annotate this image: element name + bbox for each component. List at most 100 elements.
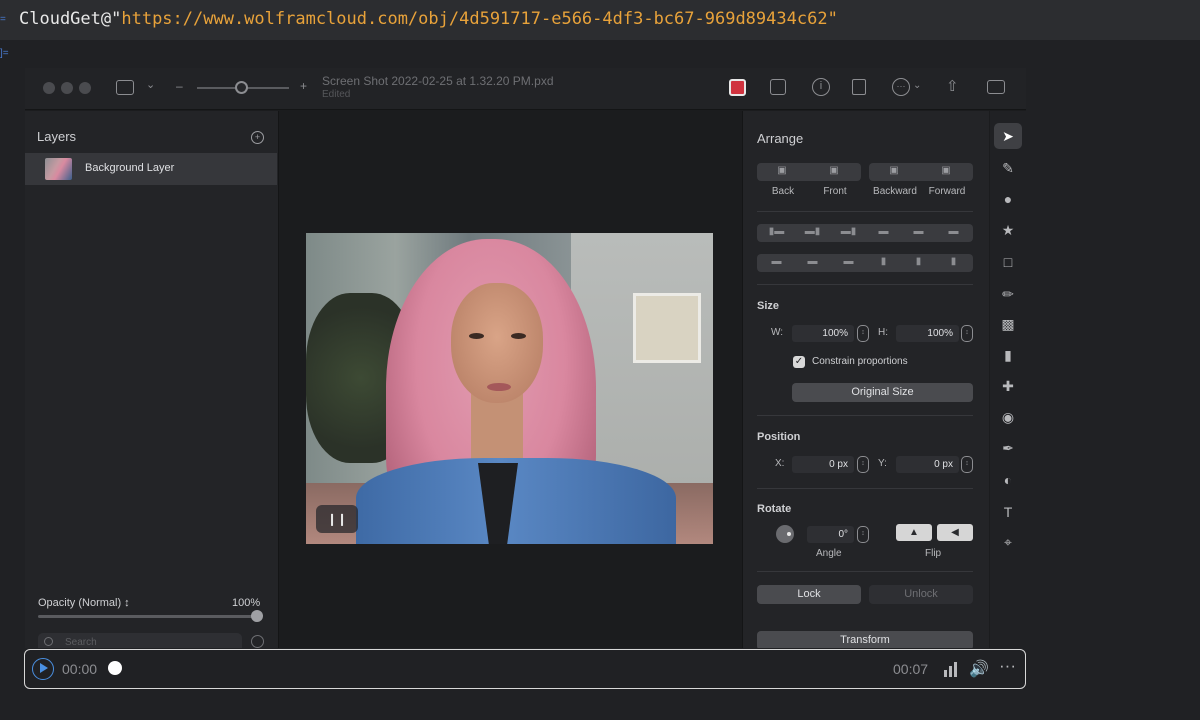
minimize-window-icon[interactable] xyxy=(61,82,73,94)
opacity-value: 100% xyxy=(232,597,261,609)
code-closing-quote: " xyxy=(827,9,838,29)
filter-icon[interactable] xyxy=(251,635,264,648)
front-button-label[interactable]: Front xyxy=(809,186,861,197)
zoom-in-icon[interactable]: + xyxy=(300,79,307,93)
forward-icon[interactable]: ▣ xyxy=(921,165,971,176)
opacity-label[interactable]: Opacity (Normal) ↕ xyxy=(38,597,130,609)
zoom-out-icon[interactable]: – xyxy=(176,79,183,93)
backward-icon[interactable]: ▣ xyxy=(869,165,919,176)
opacity-slider[interactable] xyxy=(38,615,260,618)
output-bracket-icon: ]= xyxy=(0,48,9,59)
chevron-down-icon[interactable]: ⌄ xyxy=(146,78,155,91)
forward-button-label[interactable]: Forward xyxy=(921,186,973,197)
align-right-icon[interactable]: ▬▮ xyxy=(832,224,865,240)
distribute-left-icon[interactable]: ▮ xyxy=(867,254,900,270)
x-field[interactable]: 0 px xyxy=(792,456,854,473)
unlock-button[interactable]: Unlock xyxy=(869,585,973,604)
style-icon[interactable]: ✎ xyxy=(994,155,1022,181)
zoom-slider-knob[interactable] xyxy=(235,81,248,94)
y-stepper[interactable]: ↕ xyxy=(961,456,973,473)
selection-icon[interactable]: □ xyxy=(994,249,1022,275)
brush-icon[interactable]: ✏ xyxy=(994,281,1022,307)
align-middle-icon[interactable]: ▬ xyxy=(902,224,935,240)
crop-icon[interactable]: ⌖ xyxy=(994,529,1022,555)
distribute-bottom-icon[interactable]: ▬ xyxy=(832,254,865,270)
align-center-h-icon[interactable]: ▬▮ xyxy=(796,224,829,240)
code-line[interactable]: CloudGet@"https://www.wolframcloud.com/o… xyxy=(19,9,838,29)
distribute-top-icon[interactable]: ▬ xyxy=(760,254,793,270)
opacity-slider-knob[interactable] xyxy=(251,610,263,622)
angle-field[interactable]: 0° xyxy=(807,526,854,543)
x-stepper[interactable]: ↕ xyxy=(857,456,869,473)
zoom-window-icon[interactable] xyxy=(79,82,91,94)
size-title: Size xyxy=(757,300,780,312)
scrub-handle[interactable] xyxy=(108,661,122,675)
flip-vertical-button[interactable]: ◀ xyxy=(937,524,973,541)
width-stepper[interactable]: ↕ xyxy=(857,325,869,342)
panel-icon[interactable] xyxy=(987,80,1005,94)
back-button-label[interactable]: Back xyxy=(757,186,809,197)
effects-icon[interactable]: ★ xyxy=(994,217,1022,243)
sidebar-toggle-icon[interactable] xyxy=(116,80,134,95)
layers-add-icon[interactable]: + xyxy=(251,131,264,144)
pen-icon[interactable]: ✒ xyxy=(994,435,1022,461)
volume-icon[interactable]: 🔊 xyxy=(969,659,989,679)
flip-horizontal-button[interactable]: ▲ xyxy=(896,524,932,541)
height-field[interactable]: 100% xyxy=(896,325,959,342)
media-controls: 00:00 00:07 🔊 ··· xyxy=(24,649,1026,689)
layers-search-input[interactable]: Search xyxy=(38,633,242,648)
front-icon[interactable]: ▣ xyxy=(809,165,859,176)
arrange-panel: Arrange ▣ ▣ ▣ ▣ Back Front Backward Forw… xyxy=(742,111,989,648)
layers-title: Layers xyxy=(37,129,77,144)
color-icon[interactable] xyxy=(729,79,746,96)
distribute-middle-icon[interactable]: ▬ xyxy=(796,254,829,270)
layer-item[interactable]: Background Layer xyxy=(25,153,277,185)
backward-button-label[interactable]: Backward xyxy=(869,186,921,197)
bandage-icon[interactable]: ✚ xyxy=(994,373,1022,399)
portrait-photo[interactable]: ❙❙ xyxy=(306,233,713,544)
lock-button[interactable]: Lock xyxy=(757,585,861,604)
search-icon xyxy=(44,637,53,646)
pause-button[interactable]: ❙❙ xyxy=(316,505,358,533)
constrain-label[interactable]: Constrain proportions xyxy=(812,356,908,367)
align-top-icon[interactable]: ▬ xyxy=(867,224,900,240)
eraser-icon[interactable]: ▮ xyxy=(994,342,1022,368)
height-stepper[interactable]: ↕ xyxy=(961,325,973,342)
portrait-icon[interactable] xyxy=(770,79,786,95)
rotate-icon[interactable] xyxy=(852,79,866,95)
info-icon[interactable]: i xyxy=(812,78,830,96)
canvas-area[interactable]: ❙❙ xyxy=(280,111,741,648)
notebook-input-cell[interactable]: = CloudGet@"https://www.wolframcloud.com… xyxy=(0,0,1200,40)
total-time: 00:07 xyxy=(893,661,929,677)
bars-icon[interactable] xyxy=(943,662,959,677)
back-icon[interactable]: ▣ xyxy=(757,165,807,176)
distribute-right-icon[interactable]: ▮ xyxy=(937,254,970,270)
shape-icon[interactable]: ◐ xyxy=(994,467,1022,493)
angle-stepper[interactable]: ↕ xyxy=(857,526,869,543)
angle-dial[interactable] xyxy=(776,525,794,543)
layer-item-label: Background Layer xyxy=(85,162,175,174)
constrain-checkbox[interactable]: ✓ xyxy=(793,356,805,368)
color-adjust-icon[interactable]: ● xyxy=(994,186,1022,212)
y-field[interactable]: 0 px xyxy=(896,456,959,473)
close-window-icon[interactable] xyxy=(43,82,55,94)
cell-bracket-icon[interactable]: = xyxy=(0,0,6,40)
more-icon[interactable]: ··· xyxy=(892,78,910,96)
text-icon[interactable]: T xyxy=(994,499,1022,525)
video-frame[interactable]: ⌄ – + Screen Shot 2022-02-25 at 1.32.20 … xyxy=(25,68,1026,648)
more-chevron-icon[interactable]: ⌄ xyxy=(913,80,921,91)
clone-icon[interactable]: ◉ xyxy=(994,404,1022,430)
align-bottom-icon[interactable]: ▬ xyxy=(937,224,970,240)
fill-icon[interactable]: ▩ xyxy=(994,311,1022,337)
align-left-icon[interactable]: ▮▬ xyxy=(760,224,793,240)
height-label: H: xyxy=(878,327,888,338)
transform-button[interactable]: Transform xyxy=(757,631,973,648)
play-button[interactable] xyxy=(32,658,54,680)
share-icon[interactable]: ⇧ xyxy=(946,77,959,95)
width-field[interactable]: 100% xyxy=(792,325,854,342)
order-segment-left: ▣ ▣ xyxy=(757,163,861,181)
original-size-button[interactable]: Original Size xyxy=(792,383,973,402)
distribute-center-icon[interactable]: ▮ xyxy=(902,254,935,270)
more-options-icon[interactable]: ··· xyxy=(999,656,1016,676)
arrow-icon[interactable]: ➤ xyxy=(994,123,1022,149)
